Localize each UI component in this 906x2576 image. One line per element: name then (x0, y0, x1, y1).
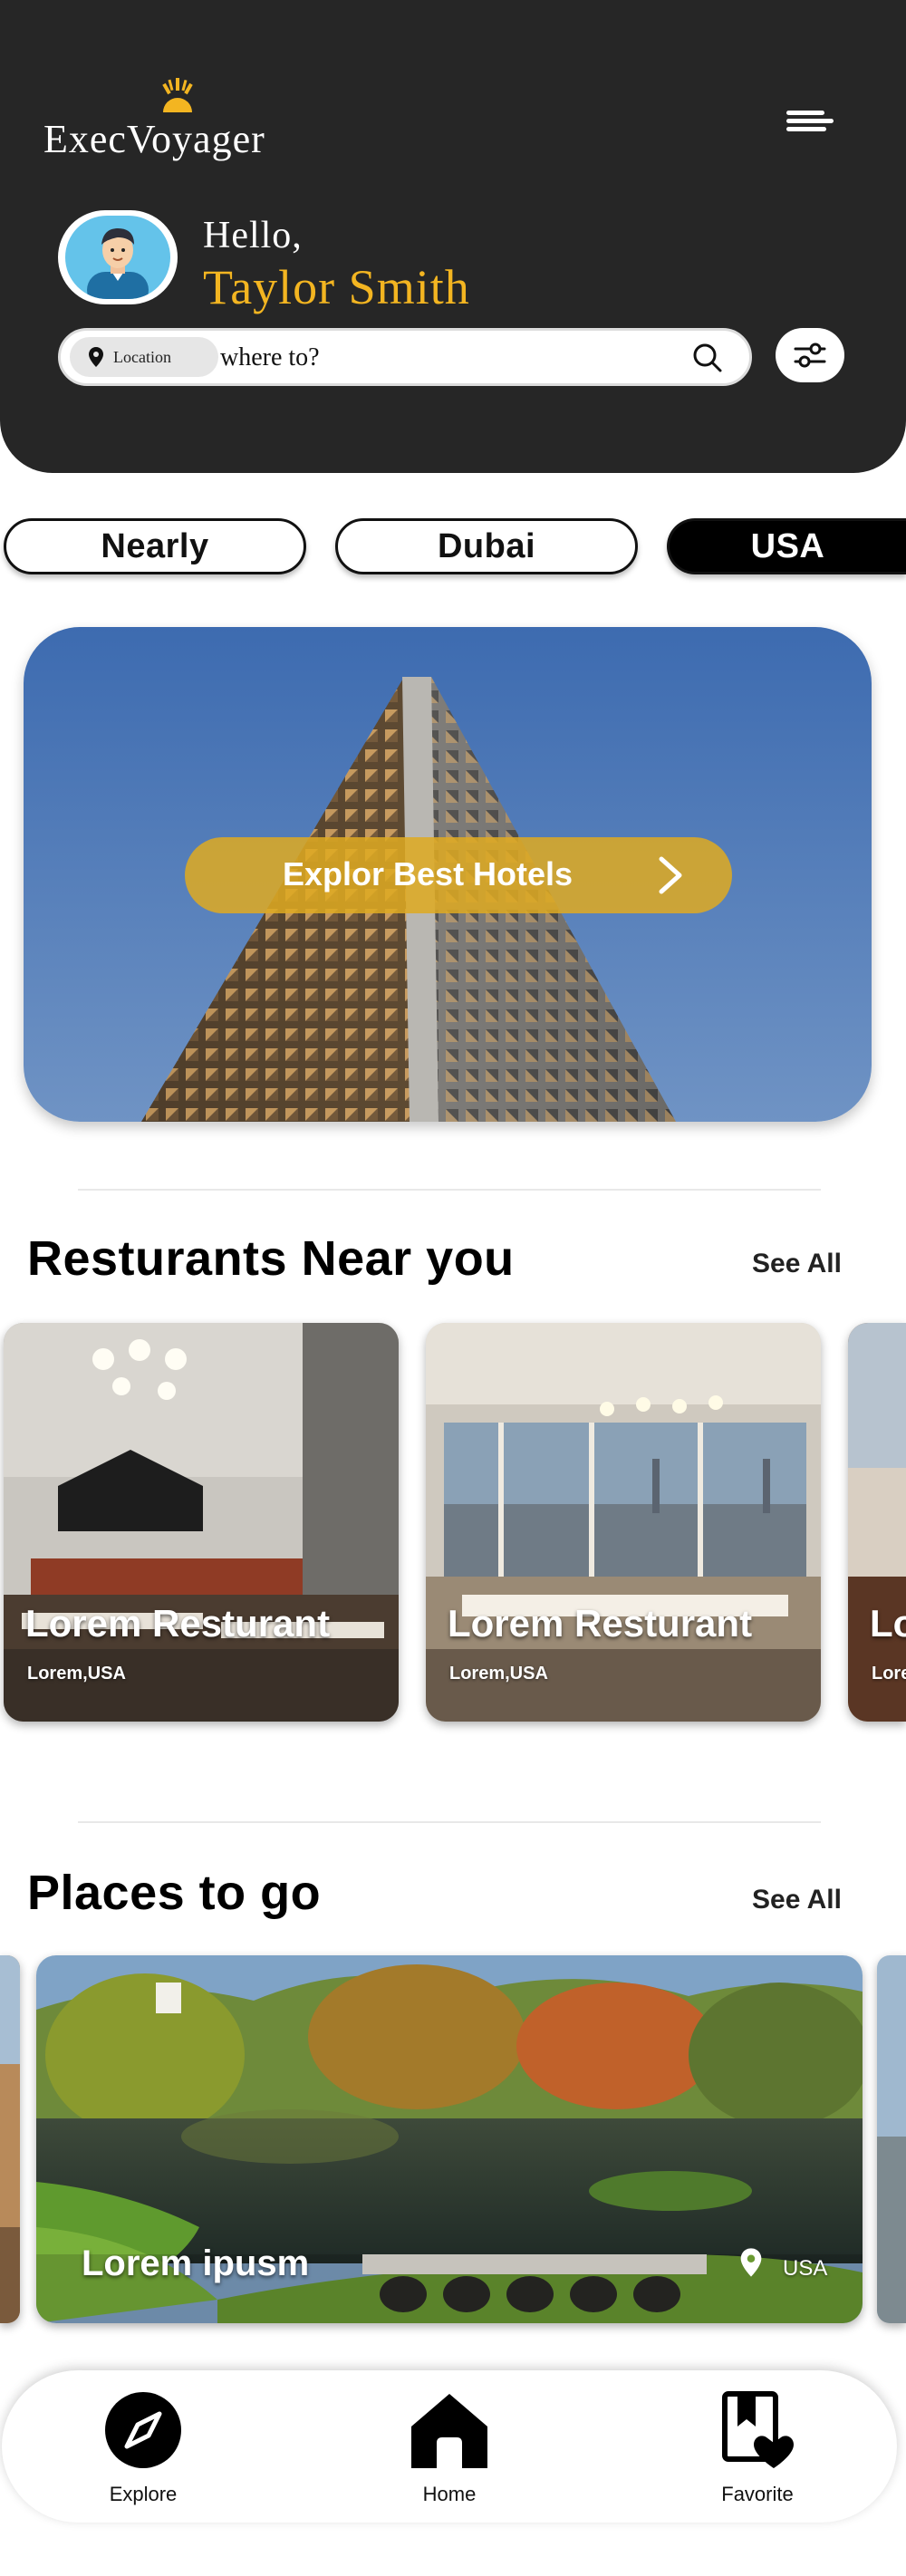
restaurant-card[interactable]: Lorem Resturant Lorem,USA (426, 1323, 821, 1722)
search-bar[interactable]: Location (58, 328, 752, 386)
places-title: Places to go (27, 1866, 322, 1920)
menu-button[interactable] (781, 103, 835, 140)
nav-favorite[interactable]: Favorite (685, 2390, 830, 2517)
restaurant-location: Lorem,USA (872, 1664, 906, 1684)
header: ExecVoyager Hello, Taylor Smith Location… (0, 0, 906, 473)
place-name: Lorem ipusm (82, 2243, 310, 2283)
restaurants-title: Resturants Near you (27, 1231, 515, 1286)
restaurant-view-image (426, 1323, 821, 1722)
app-logo[interactable]: ExecVoyager (43, 76, 342, 167)
tab-nearly[interactable]: Nearly (4, 518, 306, 574)
restaurant-card[interactable]: Lorem Resturant Lorem,USA (4, 1323, 399, 1722)
explore-hotels-label: Explor Best Hotels (283, 855, 573, 892)
restaurant-location: Lorem,USA (27, 1664, 126, 1684)
place-image (877, 1955, 906, 2323)
explore-hotels-button[interactable]: Explor Best Hotels (185, 837, 732, 913)
tab-usa[interactable]: USA (667, 518, 906, 574)
app-name: ExecVoyager (43, 117, 265, 161)
greeting: Hello, (203, 215, 303, 256)
place-card[interactable]: Lorem ipusm USA (36, 1955, 863, 2323)
menu-line-icon (786, 119, 834, 123)
search-icon[interactable] (689, 340, 726, 376)
nav-home-label: Home (422, 2483, 477, 2505)
hero-banner[interactable]: Explor Best Hotels (24, 627, 872, 1122)
location-chip-label: Location (113, 348, 171, 366)
restaurant-card[interactable]: Lorem Resturant Lorem,USA (848, 1323, 906, 1722)
place-image (0, 1955, 20, 2323)
restaurants-see-all-link[interactable]: See All (752, 1249, 842, 1279)
restaurant-name: Lorem Resturant (870, 1602, 906, 1645)
user-name: Taylor Smith (203, 260, 470, 314)
sliders-icon (794, 343, 826, 368)
restaurant-location: Lorem,USA (449, 1664, 548, 1684)
section-divider (78, 1189, 821, 1191)
section-divider (78, 1821, 821, 1823)
location-pin-icon (740, 2248, 762, 2277)
place-card-next[interactable] (877, 1955, 906, 2323)
nav-home[interactable]: Home (377, 2390, 522, 2517)
sun-crown-icon (162, 78, 193, 112)
chevron-right-icon (659, 856, 682, 894)
compass-icon (105, 2392, 181, 2468)
search-input[interactable] (220, 338, 673, 378)
places-see-all-link[interactable]: See All (752, 1885, 842, 1915)
restaurant-interior-image (4, 1323, 399, 1722)
avatar[interactable] (58, 210, 178, 304)
menu-line-icon (786, 111, 824, 115)
menu-line-icon (786, 127, 826, 131)
place-card-previous[interactable] (0, 1955, 20, 2323)
tab-dubai[interactable]: Dubai (335, 518, 638, 574)
nav-favorite-label: Favorite (721, 2483, 794, 2505)
restaurant-name: Lorem Resturant (25, 1602, 331, 1645)
nav-explore[interactable]: Explore (71, 2390, 216, 2517)
home-icon (411, 2394, 487, 2468)
nav-explore-label: Explore (109, 2483, 178, 2505)
filter-button[interactable] (776, 328, 844, 382)
location-pin-icon (89, 347, 103, 367)
bottom-navigation: Explore Home Favorite (2, 2370, 897, 2523)
restaurant-interior-image (848, 1323, 906, 1722)
place-country: USA (783, 2256, 828, 2281)
user-avatar-icon (87, 228, 149, 299)
restaurant-name: Lorem Resturant (448, 1602, 753, 1645)
location-chip[interactable]: Location (70, 337, 218, 377)
favorite-bookmark-icon (722, 2391, 794, 2468)
